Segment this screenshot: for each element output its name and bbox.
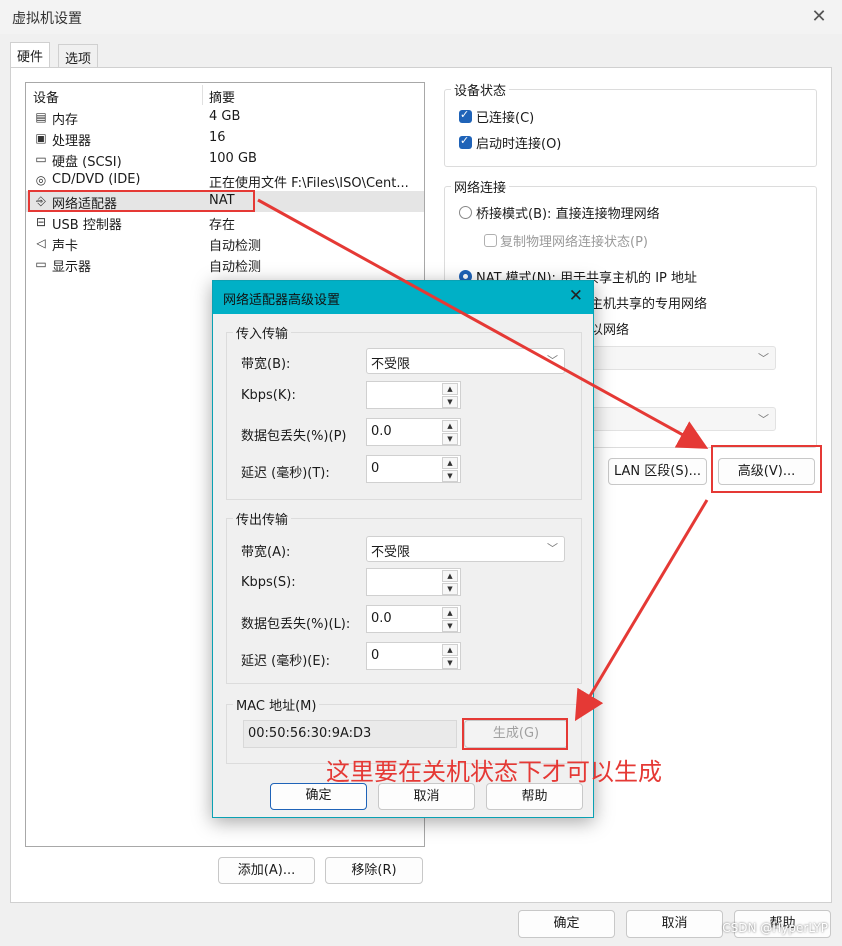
annotation-arrows bbox=[257, 198, 709, 722]
arrow-to-generate bbox=[574, 499, 709, 722]
watermark: CSDN @HyperLYP bbox=[722, 921, 828, 935]
arrow-to-advanced bbox=[257, 198, 709, 449]
annotation-text: 这里要在关机状态下才可以生成 bbox=[326, 758, 662, 786]
